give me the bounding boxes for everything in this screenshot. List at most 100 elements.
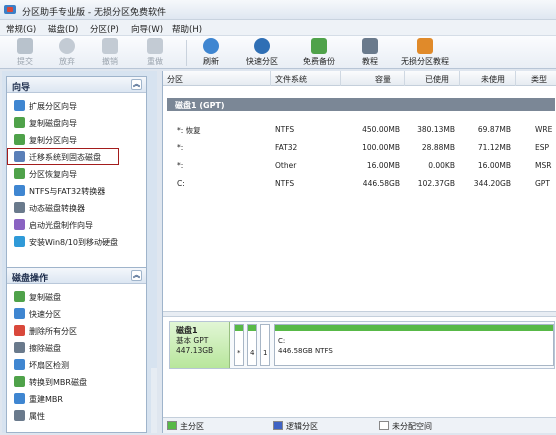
disk-ops-panel: 磁盘操作 ︽ 复制磁盘 快速分区 删除所有分区 擦除磁盘 坏扇区检测 转换到MBR磁盘 重建… (6, 267, 147, 433)
column-divider[interactable] (270, 71, 271, 86)
pane-splitter[interactable] (163, 311, 556, 317)
wizard-panel-title: 向导 (12, 83, 31, 93)
column-divider[interactable] (404, 71, 405, 86)
segment-usage-bar (261, 325, 269, 331)
col-capacity[interactable]: 容量 (375, 74, 391, 85)
disk-segment-recovery[interactable]: * (234, 324, 244, 366)
wizard-item-label: 复制磁盘向导 (29, 119, 77, 128)
segment-label: 1 (263, 349, 268, 357)
wizard-item[interactable]: 安装Win8/10到移动硬盘 (7, 233, 146, 250)
free-backup-label: 免费备份 (303, 57, 335, 66)
install-win-icon (14, 236, 25, 247)
wizard-item[interactable]: 复制磁盘向导 (7, 114, 146, 131)
lossless-tutorial-button[interactable]: 无损分区教程 (396, 38, 454, 67)
cell-free: 69.87MB (477, 125, 511, 134)
quick-partition-button[interactable]: 快速分区 (240, 38, 284, 67)
wizard-item-label: 启动光盘制作向导 (29, 221, 93, 230)
wipe-icon (14, 342, 25, 353)
col-free[interactable]: 未使用 (481, 74, 505, 85)
col-used[interactable]: 已使用 (425, 74, 449, 85)
cell-used: 380.13MB (417, 125, 455, 134)
copy-disk-icon (14, 117, 25, 128)
cell-used: 28.88MB (421, 143, 455, 152)
cell-fs: NTFS (275, 125, 295, 134)
free-backup-icon (311, 38, 327, 54)
wizard-item-label: 迁移系统到固态磁盘 (29, 153, 101, 162)
disk-op-item[interactable]: 属性 (7, 407, 146, 424)
disk-map-label[interactable]: 磁盘1 基本 GPT 447.13GB (170, 322, 230, 368)
discard-label: 放弃 (59, 57, 75, 66)
cell-partition: *: (177, 161, 184, 170)
dynamic-disk-icon (14, 202, 25, 213)
toolbar-separator (186, 40, 187, 66)
column-divider[interactable] (459, 71, 460, 86)
table-row[interactable]: C: NTFS 446.58GB 102.37GB 344.20GB GPT (163, 175, 556, 193)
undo-button[interactable]: 撤销 (95, 38, 125, 67)
collapse-icon[interactable]: ︽ (131, 270, 142, 281)
disk-op-item[interactable]: 删除所有分区 (7, 322, 146, 339)
partition-c-detail: 446.58GB NTFS (278, 347, 333, 355)
collapse-icon[interactable]: ︽ (131, 79, 142, 90)
wizard-item-label: NTFS与FAT32转换器 (29, 187, 106, 196)
wizard-item[interactable]: 启动光盘制作向导 (7, 216, 146, 233)
wizard-item[interactable]: 分区恢复向导 (7, 165, 146, 182)
table-row[interactable]: *: 恢复 NTFS 450.00MB 380.13MB 69.87MB WRE (163, 121, 556, 139)
disk-op-item[interactable]: 复制磁盘 (7, 288, 146, 305)
disk-segment-c[interactable]: C: 446.58GB NTFS (274, 324, 554, 366)
wizard-item[interactable]: 复制分区向导 (7, 131, 146, 148)
legend-swatch (167, 421, 177, 430)
free-backup-button[interactable]: 免费备份 (297, 38, 341, 67)
legend-label: 逻辑分区 (286, 422, 318, 431)
disk-op-item-label: 坏扇区检测 (29, 361, 69, 370)
menu-wizard[interactable]: 向导(W) (131, 23, 163, 35)
disk-op-item[interactable]: 坏扇区检测 (7, 356, 146, 373)
disk-op-item[interactable]: 重建MBR (7, 390, 146, 407)
wizard-item[interactable]: NTFS与FAT32转换器 (7, 182, 146, 199)
legend-unallocated: 未分配空间 (379, 421, 432, 432)
cell-type: GPT (535, 179, 550, 188)
legend-bar: 主分区 逻辑分区 未分配空间 (163, 417, 556, 433)
cell-capacity: 16.00MB (366, 161, 400, 170)
segment-label: * (237, 349, 241, 357)
col-type[interactable]: 类型 (531, 74, 547, 85)
wizard-item[interactable]: 迁移系统到固态磁盘 (7, 148, 119, 165)
cell-free: 344.20GB (473, 179, 511, 188)
tutorial-button[interactable]: 教程 (355, 38, 385, 67)
boot-disc-icon (14, 219, 25, 230)
disk-op-item[interactable]: 擦除磁盘 (7, 339, 146, 356)
disk-ops-list: 复制磁盘快速分区 删除所有分区 擦除磁盘坏扇区检测转换到MBR磁盘 重建MBR 属性 (7, 284, 146, 424)
wizard-item-label: 动态磁盘转换器 (29, 204, 85, 213)
cell-used: 0.00KB (428, 161, 455, 170)
redo-button[interactable]: 重做 (140, 38, 170, 67)
disk-op-item[interactable]: 转换到MBR磁盘 (7, 373, 146, 390)
column-divider[interactable] (515, 71, 516, 86)
submit-icon (17, 38, 33, 54)
menu-partition[interactable]: 分区(P) (90, 23, 119, 35)
cell-free: 16.00MB (477, 161, 511, 170)
disk-op-item[interactable]: 快速分区 (7, 305, 146, 322)
menu-help[interactable]: 帮助(H) (172, 23, 202, 35)
wizard-item-label: 复制分区向导 (29, 136, 77, 145)
refresh-button[interactable]: 刷新 (196, 38, 226, 67)
column-divider[interactable] (340, 71, 341, 86)
wizard-item[interactable]: 扩展分区向导 (7, 97, 146, 114)
left-scrollbar[interactable] (151, 368, 157, 433)
disk-row-header[interactable]: 磁盘1 (GPT) (167, 98, 555, 111)
menu-general[interactable]: 常规(G) (6, 23, 36, 35)
submit-button[interactable]: 提交 (10, 38, 40, 67)
disk-segment-msr[interactable]: 1 (260, 324, 270, 366)
copy-disk-icon (14, 291, 25, 302)
disk-op-item-label: 复制磁盘 (29, 293, 61, 302)
col-filesystem[interactable]: 文件系统 (275, 74, 307, 85)
window-title: 分区助手专业版 - 无损分区免费软件 (22, 8, 166, 18)
cell-type: ESP (535, 143, 550, 152)
disk-segment-esp[interactable]: 4 (247, 324, 257, 366)
table-row[interactable]: *: Other 16.00MB 0.00KB 16.00MB MSR (163, 157, 556, 175)
column-headers: 分区 文件系统 容量 已使用 未使用 类型 (163, 71, 556, 86)
cell-partition: *: 恢复 (177, 126, 201, 135)
col-partition[interactable]: 分区 (167, 74, 183, 85)
menu-disk[interactable]: 磁盘(D) (48, 23, 78, 35)
table-row[interactable]: *: FAT32 100.00MB 28.88MB 71.12MB ESP (163, 139, 556, 157)
discard-button[interactable]: 放弃 (52, 38, 82, 67)
wizard-item[interactable]: 动态磁盘转换器 (7, 199, 146, 216)
